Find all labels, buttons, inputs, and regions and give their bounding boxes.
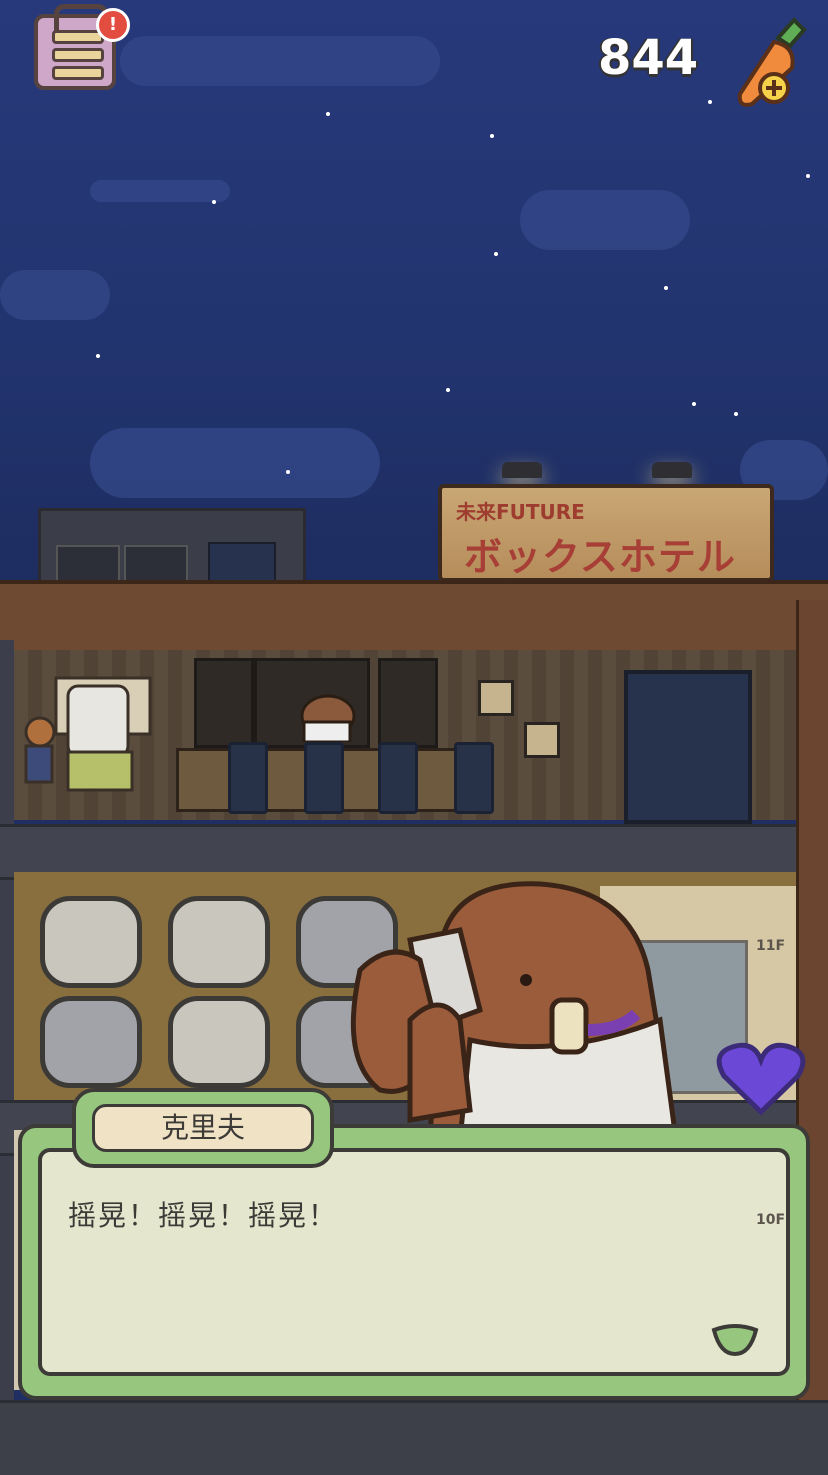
hotel-sign-line1: 未来FUTURE <box>456 500 585 524</box>
guest-character[interactable] <box>20 672 160 812</box>
star <box>286 470 290 474</box>
bottle-shelf <box>194 658 254 748</box>
wall-frame <box>524 722 560 758</box>
continue-arrow-icon[interactable] <box>710 1322 760 1358</box>
menu-line <box>52 48 104 62</box>
cloud <box>90 180 230 202</box>
cloud <box>0 270 110 320</box>
affection-heart-icon[interactable] <box>716 1040 806 1116</box>
star <box>326 112 330 116</box>
dialog-inner-panel[interactable] <box>38 1148 790 1376</box>
bar-chair <box>228 742 268 814</box>
bar-chair <box>304 742 344 814</box>
hotel-sign[interactable]: 未来FUTURE ボックスホテル <box>438 484 774 582</box>
star <box>708 100 712 104</box>
bottle-shelf <box>378 658 438 748</box>
dialog-text: 摇晃！摇晃！摇晃！ <box>68 1199 339 1232</box>
building-roof <box>0 580 828 654</box>
star <box>806 174 810 178</box>
bar-chair <box>378 742 418 814</box>
star <box>692 402 696 406</box>
cloud <box>520 190 690 250</box>
star <box>494 252 498 256</box>
speaker-name: 克里夫 <box>92 1104 314 1152</box>
carrot-count: 844 <box>598 30 699 86</box>
star <box>212 200 216 204</box>
star <box>734 412 738 416</box>
star <box>96 354 100 358</box>
notification-badge: ! <box>96 8 130 42</box>
floor-label-10f: 10F <box>756 1212 786 1228</box>
capsule-pod[interactable] <box>40 896 142 988</box>
star <box>664 286 668 290</box>
sign-lamp <box>652 462 692 478</box>
menu-line <box>52 66 104 80</box>
ac-unit <box>124 545 188 585</box>
building-wall-left <box>0 640 14 1472</box>
capsule-pod[interactable] <box>168 896 270 988</box>
star <box>490 134 494 138</box>
floor-label-11f: 11F <box>756 938 786 954</box>
speaker-name-tag: 克里夫 <box>72 1088 334 1168</box>
walrus-character[interactable] <box>330 880 680 1140</box>
hotel-sign-line2: ボックスホテル <box>464 535 736 579</box>
cloud <box>90 428 380 498</box>
sign-lamp <box>502 462 542 478</box>
carrot-add-icon[interactable] <box>734 16 808 110</box>
lower-floor <box>0 1400 828 1475</box>
capsule-pod[interactable] <box>40 996 142 1088</box>
wall-frame <box>478 680 514 716</box>
menu-line <box>52 30 104 44</box>
bartender-character[interactable] <box>298 692 358 742</box>
bar-elevator-door <box>624 670 752 824</box>
cloud <box>120 36 440 86</box>
capsule-pod[interactable] <box>168 996 270 1088</box>
ac-unit <box>56 545 120 585</box>
bar-chair <box>454 742 494 814</box>
star <box>446 388 450 392</box>
